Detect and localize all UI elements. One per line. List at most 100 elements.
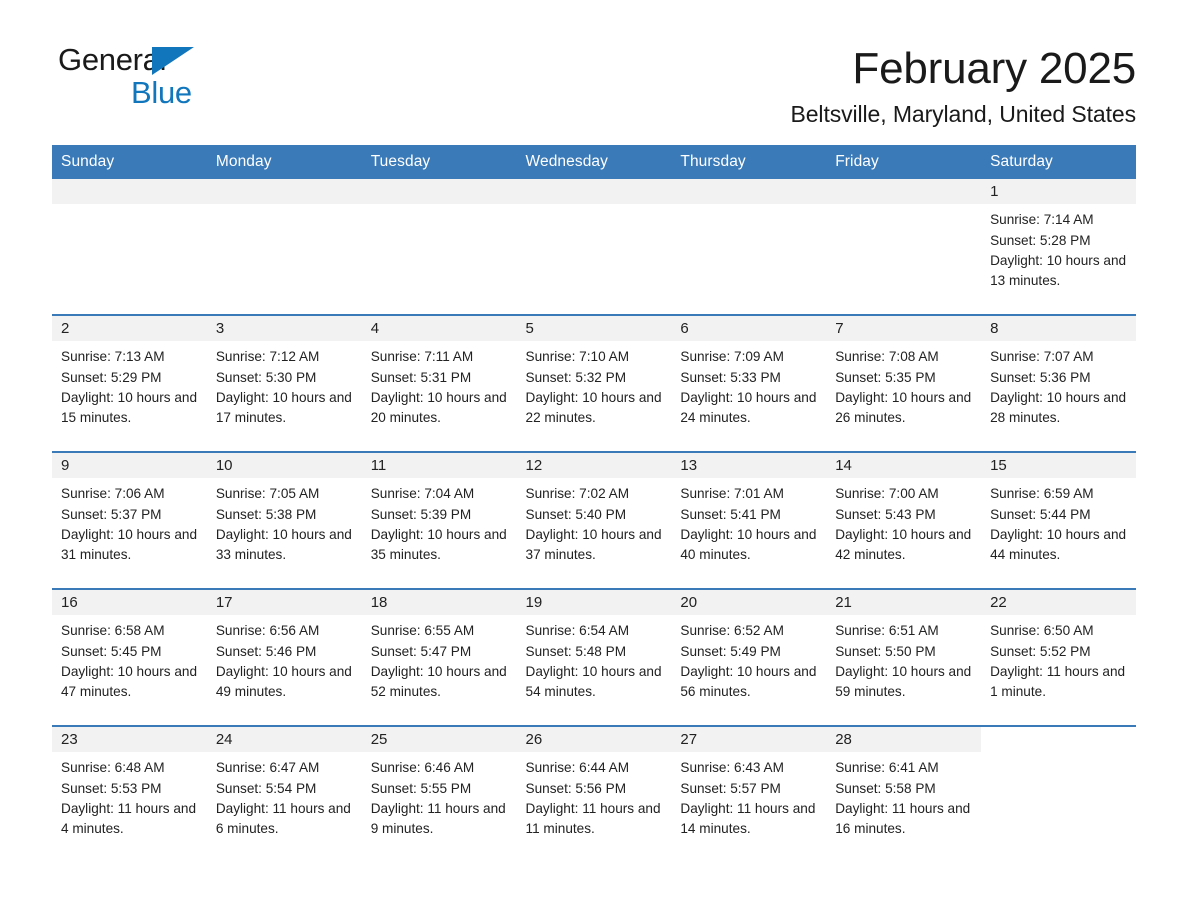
daylight-text: Daylight: 11 hours and 6 minutes. [215, 800, 351, 837]
sunset-text: Sunset: 5:57 PM [680, 780, 781, 796]
calendar-day-cell[interactable]: 15 Sunrise: 6:59 AM Sunset: 5:44 PM Dayligh… [981, 451, 1136, 590]
calendar-day-cell[interactable]: 22 Sunrise: 6:50 AM Sunset: 5:52 PM Dayligh… [981, 588, 1136, 727]
calendar-day-cell[interactable] [206, 179, 362, 315]
calendar-day-cell[interactable]: 23 Sunrise: 6:48 AM Sunset: 5:53 PM Dayligh… [52, 725, 207, 863]
day-cell-inner: 23 Sunrise: 6:48 AM Sunset: 5:53 PM Dayligh… [52, 727, 207, 862]
day-number [516, 179, 672, 205]
day-details: Sunrise: 6:58 AM Sunset: 5:45 PM Daylight:… [52, 615, 207, 702]
day-number: 21 [826, 590, 982, 616]
daylight-text: Daylight: 10 hours and 17 minutes. [215, 389, 352, 426]
day-cell-inner [671, 179, 827, 314]
day-cell-inner: 6 Sunrise: 7:09 AM Sunset: 5:33 PM Daylight… [671, 316, 827, 451]
day-cell-inner: 10 Sunrise: 7:05 AM Sunset: 5:38 PM Dayligh… [206, 453, 362, 588]
sunset-text: Sunset: 5:45 PM [61, 643, 162, 659]
sunset-text: Sunset: 5:47 PM [370, 643, 472, 659]
daylight-text: Daylight: 10 hours and 35 minutes. [370, 526, 507, 563]
sunrise-text: Sunrise: 7:13 AM [61, 349, 165, 365]
day-details: Sunrise: 7:14 AM Sunset: 5:28 PM Daylight:… [981, 204, 1136, 291]
calendar-day-cell[interactable]: 6 Sunrise: 7:09 AM Sunset: 5:33 PM Daylight… [671, 314, 827, 453]
calendar-day-cell[interactable] [671, 179, 827, 315]
calendar-day-cell[interactable]: 4 Sunrise: 7:11 AM Sunset: 5:31 PM Daylight… [361, 314, 517, 453]
daylight-text: Daylight: 10 hours and 33 minutes. [215, 526, 352, 563]
sunset-text: Sunset: 5:54 PM [215, 780, 317, 796]
day-details: Sunrise: 6:59 AM Sunset: 5:44 PM Daylight:… [981, 478, 1136, 565]
calendar-day-cell[interactable]: 27 Sunrise: 6:43 AM Sunset: 5:57 PM Dayligh… [671, 725, 827, 863]
daylight-text: Daylight: 10 hours and 28 minutes. [990, 389, 1127, 426]
day-details: Sunrise: 7:04 AM Sunset: 5:39 PM Daylight:… [362, 478, 517, 565]
calendar-day-cell[interactable]: 2 Sunrise: 7:13 AM Sunset: 5:29 PM Daylight… [52, 314, 207, 453]
day-details: Sunrise: 6:51 AM Sunset: 5:50 PM Daylight:… [826, 615, 981, 702]
calendar-day-cell[interactable]: 10 Sunrise: 7:05 AM Sunset: 5:38 PM Dayligh… [206, 451, 362, 590]
calendar-day-cell[interactable]: 24 Sunrise: 6:47 AM Sunset: 5:54 PM Dayligh… [206, 725, 362, 863]
sunset-text: Sunset: 5:56 PM [525, 780, 627, 796]
day-cell-inner: 18 Sunrise: 6:55 AM Sunset: 5:47 PM Dayligh… [361, 590, 517, 725]
daylight-text: Daylight: 10 hours and 42 minutes. [835, 526, 972, 563]
calendar-day-cell[interactable]: 20 Sunrise: 6:52 AM Sunset: 5:49 PM Dayligh… [671, 588, 827, 727]
day-number: 1 [981, 179, 1136, 205]
calendar-day-cell[interactable]: 9 Sunrise: 7:06 AM Sunset: 5:37 PM Daylight… [52, 451, 207, 590]
day-cell-inner: 26 Sunrise: 6:44 AM Sunset: 5:56 PM Dayligh… [516, 727, 672, 862]
sunrise-text: Sunrise: 7:00 AM [835, 486, 939, 502]
day-details: Sunrise: 6:54 AM Sunset: 5:48 PM Daylight:… [517, 615, 672, 702]
daylight-text: Daylight: 11 hours and 16 minutes. [835, 800, 971, 837]
general-blue-logo: General Blue [58, 44, 208, 116]
day-number: 18 [361, 590, 517, 616]
calendar-day-cell[interactable] [826, 179, 982, 315]
calendar-head: Sunday Monday Tuesday Wednesday Thursday… [52, 145, 1136, 180]
day-details: Sunrise: 7:05 AM Sunset: 5:38 PM Daylight:… [207, 478, 362, 565]
calendar-day-cell[interactable]: 12 Sunrise: 7:02 AM Sunset: 5:40 PM Dayligh… [516, 451, 672, 590]
day-number: 12 [516, 453, 672, 479]
day-number: 4 [361, 316, 517, 342]
weekday-header-wednesday: Wednesday [516, 145, 672, 180]
calendar-week-row: 23 Sunrise: 6:48 AM Sunset: 5:53 PM Dayligh… [52, 725, 1136, 863]
sunset-text: Sunset: 5:48 PM [525, 643, 627, 659]
day-details: Sunrise: 6:41 AM Sunset: 5:58 PM Daylight:… [826, 752, 981, 839]
daylight-text: Daylight: 10 hours and 22 minutes. [525, 389, 662, 426]
day-details: Sunrise: 7:02 AM Sunset: 5:40 PM Daylight:… [517, 478, 672, 565]
daylight-text: Daylight: 10 hours and 49 minutes. [215, 663, 352, 700]
calendar-day-cell[interactable]: 11 Sunrise: 7:04 AM Sunset: 5:39 PM Dayligh… [361, 451, 517, 590]
calendar-day-cell[interactable]: 1 Sunrise: 7:14 AM Sunset: 5:28 PM Daylight… [981, 179, 1136, 315]
day-number: 15 [981, 453, 1136, 479]
weekday-header-thursday: Thursday [671, 145, 827, 180]
calendar-day-cell[interactable]: 21 Sunrise: 6:51 AM Sunset: 5:50 PM Dayligh… [826, 588, 982, 727]
sunrise-text: Sunrise: 7:11 AM [370, 349, 474, 365]
calendar-day-cell[interactable]: 8 Sunrise: 7:07 AM Sunset: 5:36 PM Daylight… [981, 314, 1136, 453]
calendar-day-cell[interactable]: 7 Sunrise: 7:08 AM Sunset: 5:35 PM Daylight… [826, 314, 982, 453]
calendar-day-cell[interactable]: 18 Sunrise: 6:55 AM Sunset: 5:47 PM Dayligh… [361, 588, 517, 727]
calendar-day-cell[interactable]: 17 Sunrise: 6:56 AM Sunset: 5:46 PM Dayligh… [206, 588, 362, 727]
calendar-day-cell[interactable]: 3 Sunrise: 7:12 AM Sunset: 5:30 PM Daylight… [206, 314, 362, 453]
day-number: 19 [516, 590, 672, 616]
calendar-day-cell[interactable]: 16 Sunrise: 6:58 AM Sunset: 5:45 PM Dayligh… [52, 588, 207, 727]
sunrise-text: Sunrise: 6:46 AM [370, 760, 475, 776]
calendar-day-cell[interactable] [361, 179, 517, 315]
sunset-text: Sunset: 5:44 PM [990, 506, 1091, 522]
triangle-icon [152, 47, 194, 75]
day-cell-inner: 7 Sunrise: 7:08 AM Sunset: 5:35 PM Daylight… [826, 316, 982, 451]
daylight-text: Daylight: 11 hours and 11 minutes. [525, 800, 661, 837]
day-cell-inner: 20 Sunrise: 6:52 AM Sunset: 5:49 PM Dayligh… [671, 590, 827, 725]
calendar-day-cell[interactable]: 13 Sunrise: 7:01 AM Sunset: 5:41 PM Dayligh… [671, 451, 827, 590]
calendar-day-cell[interactable]: 19 Sunrise: 6:54 AM Sunset: 5:48 PM Dayligh… [516, 588, 672, 727]
calendar-day-cell[interactable] [516, 179, 672, 315]
calendar-day-cell[interactable]: 5 Sunrise: 7:10 AM Sunset: 5:32 PM Daylight… [516, 314, 672, 453]
calendar-body: 1 Sunrise: 7:14 AM Sunset: 5:28 PM Daylight… [52, 179, 1136, 863]
day-number: 20 [671, 590, 827, 616]
calendar-day-cell[interactable]: 14 Sunrise: 7:00 AM Sunset: 5:43 PM Dayligh… [826, 451, 982, 590]
day-number: 17 [206, 590, 362, 616]
day-number: 16 [52, 590, 207, 616]
day-cell-inner: 5 Sunrise: 7:10 AM Sunset: 5:32 PM Daylight… [516, 316, 672, 451]
day-number [671, 179, 827, 205]
day-details: Sunrise: 7:07 AM Sunset: 5:36 PM Daylight:… [981, 341, 1136, 428]
calendar-day-cell[interactable]: 26 Sunrise: 6:44 AM Sunset: 5:56 PM Dayligh… [516, 725, 672, 863]
sunrise-text: Sunrise: 6:58 AM [61, 623, 165, 639]
weekday-header-saturday: Saturday [981, 145, 1136, 180]
sunset-text: Sunset: 5:58 PM [835, 780, 936, 796]
calendar-day-cell[interactable] [981, 725, 1136, 863]
calendar-day-cell[interactable]: 28 Sunrise: 6:41 AM Sunset: 5:58 PM Dayligh… [826, 725, 982, 863]
calendar-day-cell[interactable] [52, 179, 207, 315]
sunset-text: Sunset: 5:49 PM [680, 643, 781, 659]
day-number [361, 179, 517, 205]
calendar-day-cell[interactable]: 25 Sunrise: 6:46 AM Sunset: 5:55 PM Dayligh… [361, 725, 517, 863]
day-number: 25 [361, 727, 517, 753]
